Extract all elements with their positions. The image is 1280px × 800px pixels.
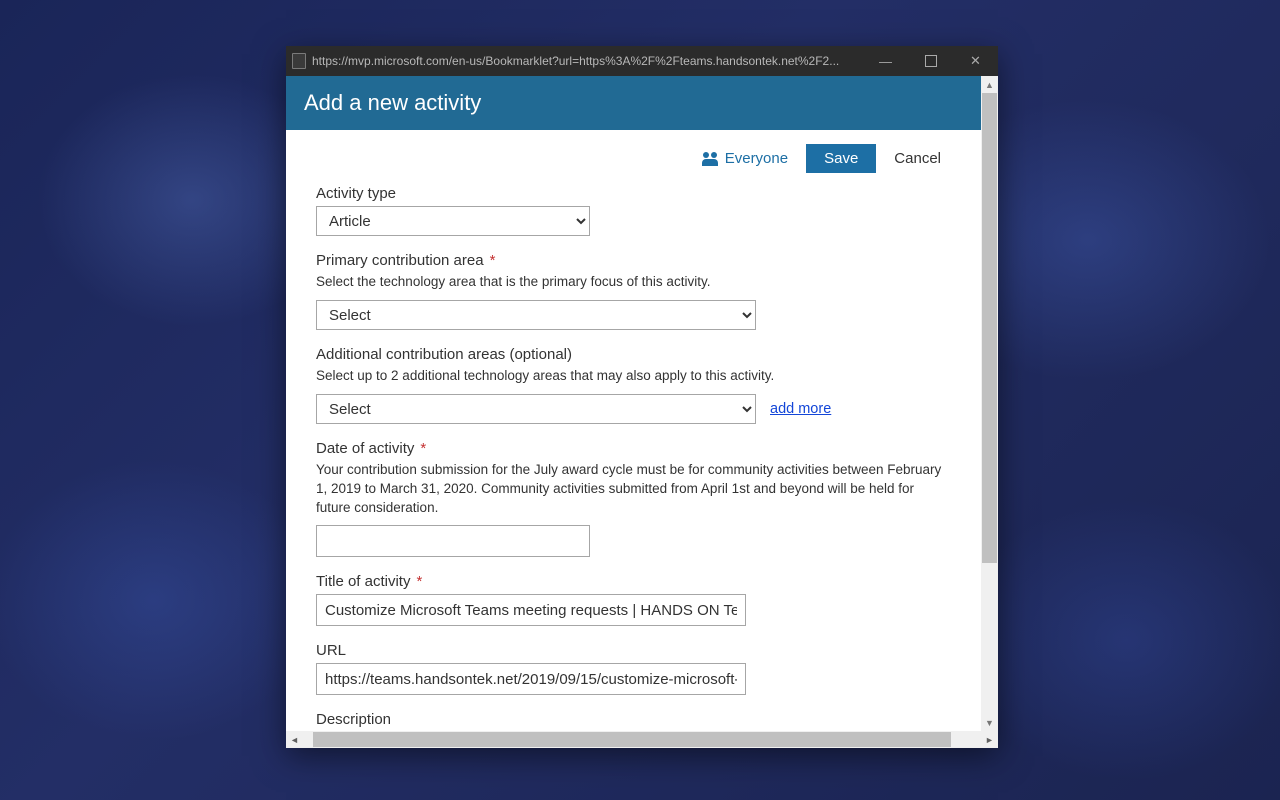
input-title[interactable] [316, 594, 746, 626]
input-date[interactable] [316, 525, 590, 557]
close-button[interactable]: ✕ [953, 46, 998, 76]
address-bar-text: https://mvp.microsoft.com/en-us/Bookmark… [312, 54, 863, 68]
help-additional-areas: Select up to 2 additional technology are… [316, 367, 951, 386]
label-activity-type: Activity type [316, 185, 951, 202]
horizontal-scrollbar[interactable]: ◄ ► [286, 731, 998, 748]
visibility-label: Everyone [725, 150, 788, 167]
field-primary-area: Primary contribution area* Select the te… [316, 252, 951, 330]
save-button[interactable]: Save [806, 144, 876, 173]
vertical-scroll-thumb[interactable] [982, 93, 997, 563]
select-additional-areas[interactable]: Select [316, 394, 756, 424]
scroll-up-arrow[interactable]: ▲ [981, 76, 998, 93]
label-url: URL [316, 642, 951, 659]
help-primary-area: Select the technology area that is the p… [316, 273, 951, 292]
field-additional-areas: Additional contribution areas (optional)… [316, 346, 951, 424]
help-date: Your contribution submission for the Jul… [316, 461, 951, 518]
field-title: Title of activity* [316, 573, 951, 626]
label-description: Description [316, 711, 951, 728]
input-url[interactable] [316, 663, 746, 695]
people-icon [701, 152, 719, 166]
scroll-right-arrow[interactable]: ► [981, 731, 998, 748]
label-additional-areas: Additional contribution areas (optional) [316, 346, 951, 363]
cancel-button[interactable]: Cancel [894, 150, 941, 167]
maximize-button[interactable] [908, 46, 953, 76]
required-marker: * [420, 440, 426, 457]
activity-form: Activity type Article Primary contributi… [286, 179, 981, 731]
minimize-button[interactable]: — [863, 46, 908, 76]
horizontal-scroll-track[interactable] [303, 731, 981, 748]
visibility-everyone[interactable]: Everyone [701, 150, 788, 167]
field-activity-type: Activity type Article [316, 185, 951, 236]
label-title: Title of activity* [316, 573, 951, 590]
app-window: https://mvp.microsoft.com/en-us/Bookmark… [286, 46, 998, 748]
required-marker: * [416, 573, 422, 590]
scroll-left-arrow[interactable]: ◄ [286, 731, 303, 748]
field-url: URL [316, 642, 951, 695]
page-icon [292, 53, 306, 69]
add-more-link[interactable]: add more [770, 401, 831, 417]
vertical-scrollbar[interactable]: ▲ ▼ [981, 76, 998, 731]
select-primary-area[interactable]: Select [316, 300, 756, 330]
label-primary-area: Primary contribution area* [316, 252, 951, 269]
page-title: Add a new activity [286, 76, 981, 130]
select-activity-type[interactable]: Article [316, 206, 590, 236]
label-date: Date of activity* [316, 440, 951, 457]
required-marker: * [490, 252, 496, 269]
horizontal-scroll-thumb[interactable] [313, 732, 951, 747]
action-bar: Everyone Save Cancel [286, 130, 981, 179]
content-area: Add a new activity Everyone Save Cancel … [286, 76, 998, 748]
titlebar[interactable]: https://mvp.microsoft.com/en-us/Bookmark… [286, 46, 998, 76]
field-description: Description [316, 711, 951, 731]
scroll-down-arrow[interactable]: ▼ [981, 714, 998, 731]
page: Add a new activity Everyone Save Cancel … [286, 76, 981, 731]
field-date: Date of activity* Your contribution subm… [316, 440, 951, 558]
